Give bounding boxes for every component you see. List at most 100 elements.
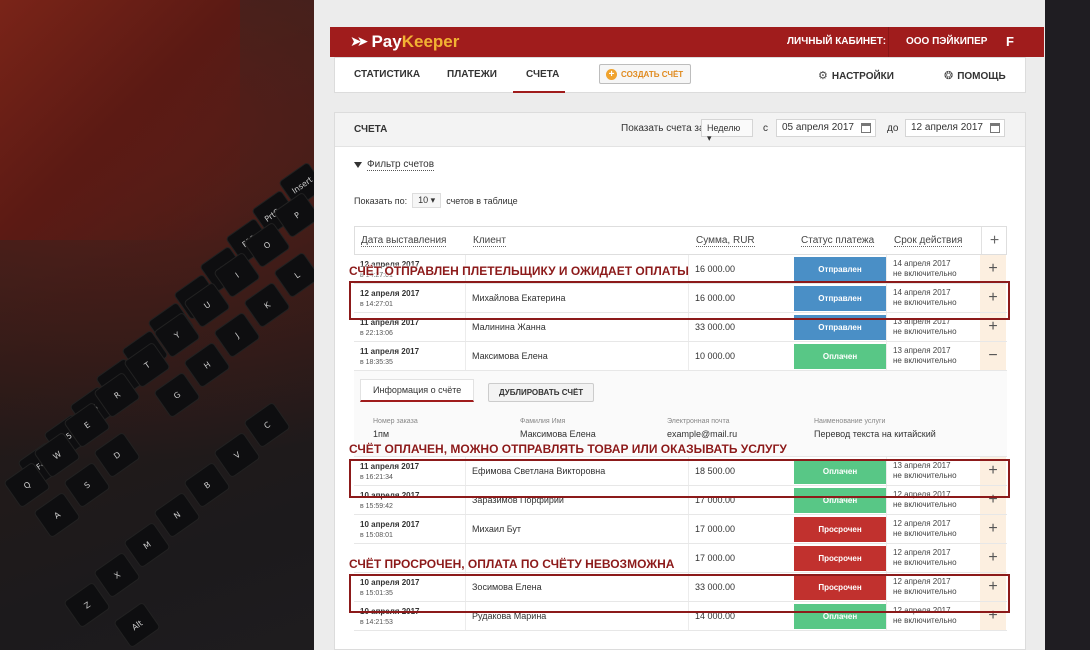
- keyboard-key: Alt: [114, 602, 160, 648]
- nav-statistics[interactable]: СТАТИСТИКА: [354, 69, 420, 80]
- row-sum: 17 000.00: [695, 524, 736, 534]
- row-expiry: 13 апреля 2017 не включительно: [893, 346, 957, 366]
- logo-arrows-icon: ➤➤: [350, 34, 369, 50]
- keyboard-key: V: [214, 432, 260, 478]
- col-divider: [886, 342, 887, 370]
- status-badge: Отправлен: [794, 257, 886, 282]
- annotation-overdue: СЧЁТ ПРОСРОЧЕН, ОПЛАТА ПО СЧЁТУ НЕВОЗМОЖ…: [349, 557, 675, 571]
- keyboard-key: X: [94, 552, 140, 598]
- col-client[interactable]: Клиент: [473, 235, 506, 247]
- row-expiry-note: не включительно: [893, 616, 957, 625]
- from-label: с: [763, 123, 768, 134]
- top-bar: ➤➤ Pay Keeper ЛИЧНЫЙ КАБИНЕТ: ООО ПЭЙКИПЕ…: [330, 27, 1044, 57]
- calendar-icon[interactable]: [990, 123, 1000, 133]
- table-header: Дата выставления Клиент Сумма, RUR Стату…: [354, 226, 1007, 255]
- row-sum: 16 000.00: [695, 264, 736, 274]
- col-divider: [688, 515, 689, 543]
- col-status[interactable]: Статус платежа: [801, 235, 875, 247]
- expand-row-icon[interactable]: +: [980, 544, 1006, 572]
- keyboard-key: B: [184, 462, 230, 508]
- status-badge: Оплачен: [794, 344, 886, 369]
- period-value: Неделю: [707, 123, 741, 133]
- add-column-icon[interactable]: +: [981, 227, 1007, 254]
- row-date: 11 апреля 2017 в 22:13:06: [360, 317, 419, 339]
- date-to-value: 12 апреля 2017: [911, 122, 983, 133]
- collapse-row-icon[interactable]: −: [980, 342, 1006, 370]
- to-label: до: [887, 123, 899, 134]
- duplicate-invoice-button[interactable]: ДУБЛИРОВАТЬ СЧЁТ: [488, 383, 595, 402]
- logo-pay: Pay: [371, 32, 402, 51]
- row-expiry-date: 12 апреля 2017: [893, 519, 951, 528]
- row-expiry-note: не включительно: [893, 356, 957, 365]
- company-logo-icon[interactable]: F: [1002, 34, 1018, 50]
- help-label: ПОМОЩЬ: [957, 71, 1006, 82]
- row-expiry: 12 апреля 2017 не включительно: [893, 519, 957, 539]
- row-sum: 33 000.00: [695, 322, 736, 332]
- col-sum[interactable]: Сумма, RUR: [696, 235, 755, 247]
- company-name[interactable]: ООО ПЭЙКИПЕР: [906, 36, 987, 47]
- keyboard-key: M: [124, 522, 170, 568]
- period-select[interactable]: Неделю ▾: [701, 119, 753, 143]
- keyboard-key: N: [154, 492, 200, 538]
- keyboard-key: G: [154, 372, 200, 418]
- nav-payments[interactable]: ПЛАТЕЖИ: [447, 69, 497, 80]
- settings-label: НАСТРОЙКИ: [831, 71, 894, 82]
- calendar-icon[interactable]: [861, 123, 871, 133]
- filter-toggle[interactable]: Фильтр счетов: [354, 159, 435, 171]
- row-expiry: 13 апреля 2017 не включительно: [893, 317, 957, 337]
- row-time: в 15:08:01: [360, 532, 393, 539]
- caret-down-icon: ▾: [707, 133, 712, 143]
- detail-field-value: Перевод текста на китайский: [814, 429, 936, 439]
- nav-invoices[interactable]: СЧЕТА: [526, 69, 559, 80]
- row-sum: 17 000.00: [695, 553, 736, 563]
- row-date: 10 апреля 2017 в 15:08:01: [360, 519, 420, 541]
- per-page-suffix: счетов в таблице: [446, 195, 518, 206]
- row-sum: 10 000.00: [695, 351, 736, 361]
- create-invoice-button[interactable]: + СОЗДАТЬ СЧЁТ: [599, 64, 692, 84]
- keyboard-key: S: [64, 462, 110, 508]
- row-client: Максимова Елена: [472, 351, 548, 361]
- expand-row-icon[interactable]: +: [980, 515, 1006, 543]
- highlight-paid: [349, 459, 1010, 498]
- detail-field-value: example@mail.ru: [667, 429, 738, 439]
- row-expiry: 12 апреля 2017 не включительно: [893, 548, 957, 568]
- tab-invoice-info[interactable]: Информация о счёте: [360, 379, 475, 402]
- row-expiry-note: не включительно: [893, 327, 957, 336]
- nav-settings[interactable]: ⚙ НАСТРОЙКИ: [818, 69, 894, 82]
- nav-active-indicator: [513, 91, 565, 93]
- col-divider: [688, 544, 689, 572]
- row-time: в 18:35:35: [360, 359, 393, 366]
- keyboard-key: C: [244, 402, 290, 448]
- row-date: 11 апреля 2017 в 18:35:35: [360, 346, 419, 368]
- expand-row-icon[interactable]: +: [980, 255, 1006, 283]
- col-divider: [688, 342, 689, 370]
- col-expiry[interactable]: Срок действия: [894, 235, 963, 247]
- row-expiry-date: 12 апреля 2017: [893, 548, 951, 557]
- row-expiry-note: не включительно: [893, 558, 957, 567]
- keyboard-key: D: [94, 432, 140, 478]
- table-row[interactable]: 11 апреля 2017 в 18:35:35 Максимова Елена 1…: [354, 342, 1007, 371]
- row-time: в 22:13:06: [360, 330, 393, 337]
- per-page-select[interactable]: 10 ▾: [412, 193, 442, 208]
- nav-help[interactable]: ❂ ПОМОЩЬ: [944, 69, 1006, 82]
- status-badge: Просрочен: [794, 517, 886, 542]
- date-from-input[interactable]: 05 апреля 2017: [776, 119, 876, 137]
- col-divider: [886, 544, 887, 572]
- row-date-text: 11 апреля 2017: [360, 347, 420, 356]
- row-client: Малинина Жанна: [472, 322, 546, 332]
- row-expiry-date: 13 апреля 2017: [893, 346, 951, 355]
- app-window: ➤➤ Pay Keeper ЛИЧНЫЙ КАБИНЕТ: ООО ПЭЙКИПЕ…: [314, 0, 1045, 650]
- date-to-input[interactable]: 12 апреля 2017: [905, 119, 1005, 137]
- col-date[interactable]: Дата выставления: [361, 235, 447, 247]
- keyboard-key: K: [244, 282, 290, 328]
- status-badge: Просрочен: [794, 546, 886, 571]
- col-divider: [465, 342, 466, 370]
- detail-field-label: Наименование услуги: [814, 418, 886, 425]
- table-row[interactable]: 10 апреля 2017 в 15:08:01 Михаил Бут 17 000…: [354, 515, 1007, 544]
- lifebuoy-icon: ❂: [944, 69, 954, 82]
- paykeeper-logo[interactable]: ➤➤ Pay Keeper: [350, 32, 459, 52]
- plus-icon: +: [606, 68, 617, 80]
- gear-icon: ⚙: [818, 69, 828, 82]
- per-page-prefix: Показать по:: [354, 195, 408, 206]
- detail-field-label: Фамилия Имя: [520, 418, 566, 425]
